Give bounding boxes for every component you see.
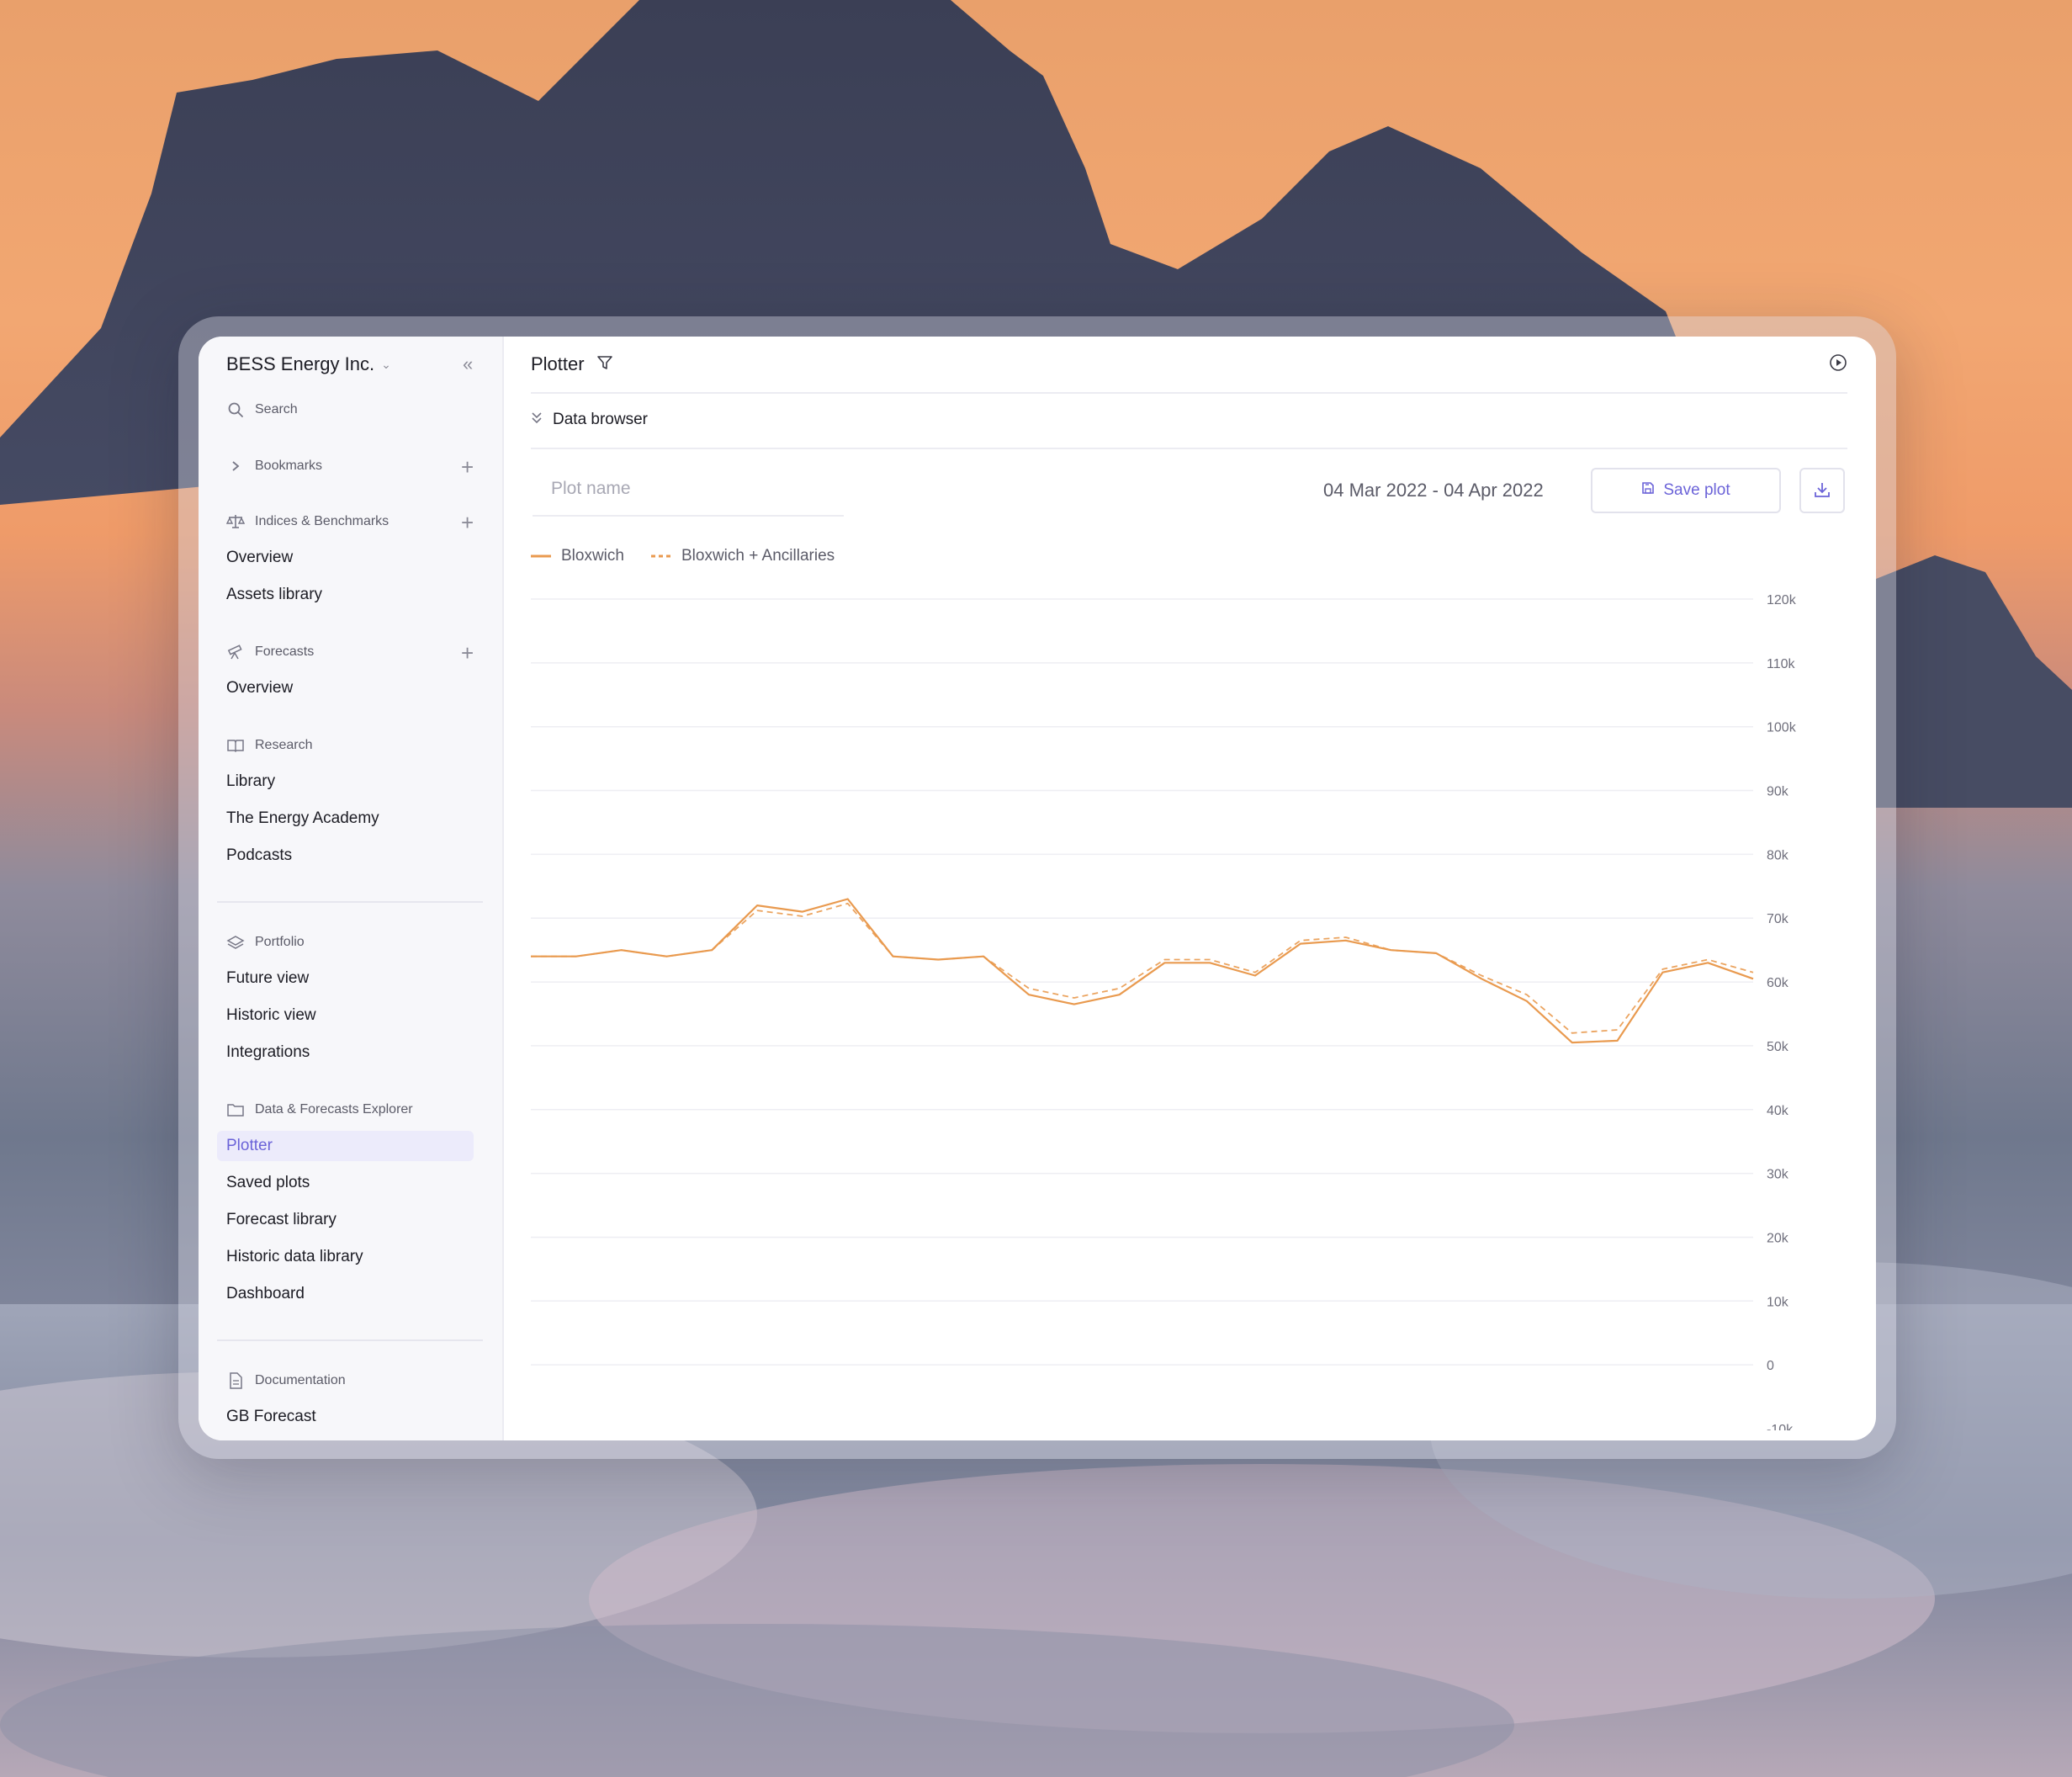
- save-plot-button[interactable]: Save plot: [1591, 468, 1781, 513]
- plot-name-input[interactable]: [533, 463, 844, 517]
- sidebar-item-energy-academy[interactable]: The Energy Academy: [226, 809, 379, 828]
- page-title: Plotter: [531, 353, 585, 374]
- legend-item-bloxwich[interactable]: Bloxwich: [531, 547, 624, 565]
- app-window: BESS Energy Inc. ⌄ « Search Bookmarks + …: [199, 337, 1876, 1440]
- sidebar: BESS Energy Inc. ⌄ « Search Bookmarks + …: [199, 337, 504, 1440]
- y-tick-label: 120k: [1767, 593, 1797, 607]
- series-line-bloxwich: [531, 898, 1754, 1044]
- y-tick-label: 70k: [1767, 912, 1789, 926]
- legend-item-bloxwich-ancillaries[interactable]: Bloxwich + Ancillaries: [650, 547, 835, 565]
- sidebar-section-research: Research: [226, 736, 312, 755]
- y-tick-label: 110k: [1767, 657, 1796, 671]
- layers-icon: [226, 933, 245, 952]
- y-tick-label: 30k: [1767, 1168, 1789, 1182]
- y-tick-label: 80k: [1767, 848, 1789, 862]
- org-switcher[interactable]: BESS Energy Inc. ⌄: [226, 353, 391, 375]
- legend-swatch-solid: [531, 554, 551, 558]
- filter-icon[interactable]: [596, 354, 613, 375]
- sidebar-item-library[interactable]: Library: [226, 772, 275, 791]
- search-button[interactable]: Search: [226, 400, 298, 419]
- org-name: BESS Energy Inc.: [226, 353, 375, 374]
- sidebar-item-indices-overview[interactable]: Overview: [226, 549, 293, 567]
- search-icon: [226, 400, 245, 419]
- sidebar-item-gb-forecast[interactable]: GB Forecast: [226, 1408, 316, 1426]
- legend-label-bloxwich: Bloxwich: [561, 547, 624, 565]
- forecasts-label: Forecasts: [255, 644, 315, 659]
- sidebar-item-saved-plots[interactable]: Saved plots: [226, 1174, 310, 1192]
- y-tick-label: 0: [1767, 1359, 1774, 1373]
- y-tick-label: 20k: [1767, 1231, 1789, 1245]
- legend-swatch-dashed: [650, 554, 671, 558]
- bookmarks-label: Bookmarks: [255, 459, 323, 473]
- download-button[interactable]: [1799, 468, 1845, 513]
- y-tick-label: 100k: [1767, 721, 1797, 735]
- telescope-icon: [226, 643, 245, 661]
- documentation-label: Documentation: [255, 1373, 346, 1387]
- y-tick-label: 60k: [1767, 976, 1789, 990]
- chevrons-left-icon[interactable]: «: [463, 353, 473, 375]
- scale-icon: [226, 512, 245, 531]
- add-forecast-plus-icon[interactable]: +: [461, 642, 474, 664]
- y-tick-label: 50k: [1767, 1040, 1789, 1054]
- portfolio-label: Portfolio: [255, 935, 305, 949]
- sidebar-item-dashboard[interactable]: Dashboard: [226, 1285, 305, 1303]
- folder-icon: [226, 1101, 245, 1119]
- research-label: Research: [255, 738, 313, 752]
- sidebar-section-documentation: Documentation: [226, 1371, 346, 1390]
- chart-legend: Bloxwich Bloxwich + Ancillaries: [531, 547, 835, 565]
- sidebar-item-assets-library[interactable]: Assets library: [226, 586, 322, 604]
- data-browser-toggle[interactable]: Data browser: [531, 411, 648, 429]
- header-divider: [531, 392, 1847, 394]
- sidebar-section-bookmarks[interactable]: Bookmarks: [226, 457, 322, 475]
- toolbar-divider: [531, 448, 1847, 449]
- explorer-label: Data & Forecasts Explorer: [255, 1102, 413, 1117]
- save-plot-label: Save plot: [1663, 481, 1730, 499]
- add-bookmark-plus-icon[interactable]: +: [461, 456, 474, 478]
- sidebar-item-plotter[interactable]: Plotter: [217, 1131, 474, 1161]
- sidebar-section-forecasts: Forecasts: [226, 643, 314, 661]
- legend-label-bloxwich-ancillaries: Bloxwich + Ancillaries: [681, 547, 835, 565]
- series-line-bloxwich-ancillaries: [531, 902, 1754, 1034]
- date-range-picker[interactable]: 04 Mar 2022 - 04 Apr 2022: [1323, 480, 1544, 501]
- sidebar-item-forecast-library[interactable]: Forecast library: [226, 1211, 337, 1229]
- y-tick-label: 10k: [1767, 1295, 1789, 1309]
- sidebar-item-forecasts-overview[interactable]: Overview: [226, 679, 293, 698]
- sidebar-section-explorer: Data & Forecasts Explorer: [226, 1101, 413, 1119]
- sidebar-item-future-view[interactable]: Future view: [226, 969, 309, 988]
- download-icon: [1813, 480, 1831, 501]
- data-browser-label: Data browser: [553, 411, 648, 428]
- chevron-down-icon: ⌄: [381, 357, 391, 371]
- play-circle-icon[interactable]: [1829, 353, 1847, 376]
- sidebar-section-portfolio: Portfolio: [226, 933, 305, 952]
- y-tick-label: -10k: [1767, 1423, 1794, 1430]
- sidebar-item-historic-view[interactable]: Historic view: [226, 1006, 316, 1025]
- document-icon: [226, 1371, 245, 1390]
- page-header: Plotter: [531, 353, 613, 375]
- y-tick-label: 90k: [1767, 785, 1789, 799]
- indices-label: Indices & Benchmarks: [255, 514, 389, 528]
- sidebar-item-historic-data-library[interactable]: Historic data library: [226, 1248, 363, 1266]
- add-index-plus-icon[interactable]: +: [461, 512, 474, 533]
- sidebar-item-podcasts[interactable]: Podcasts: [226, 846, 292, 865]
- book-open-icon: [226, 736, 245, 755]
- chevrons-down-icon: [531, 411, 543, 429]
- search-label: Search: [255, 402, 298, 416]
- line-chart: 120k 110k 100k 90k 80k 70k 60k 50k 40k 30k 20k 10k 0…: [531, 593, 1797, 1430]
- sidebar-divider: [217, 901, 483, 903]
- sidebar-item-integrations[interactable]: Integrations: [226, 1043, 310, 1062]
- y-tick-label: 40k: [1767, 1104, 1789, 1118]
- sidebar-section-indices: Indices & Benchmarks: [226, 512, 389, 531]
- sidebar-divider: [217, 1339, 483, 1341]
- main-panel: Plotter Data browser 04 Mar 2022 - 04 Ap…: [504, 337, 1876, 1440]
- chevron-right-icon: [226, 457, 245, 475]
- save-icon: [1641, 481, 1655, 500]
